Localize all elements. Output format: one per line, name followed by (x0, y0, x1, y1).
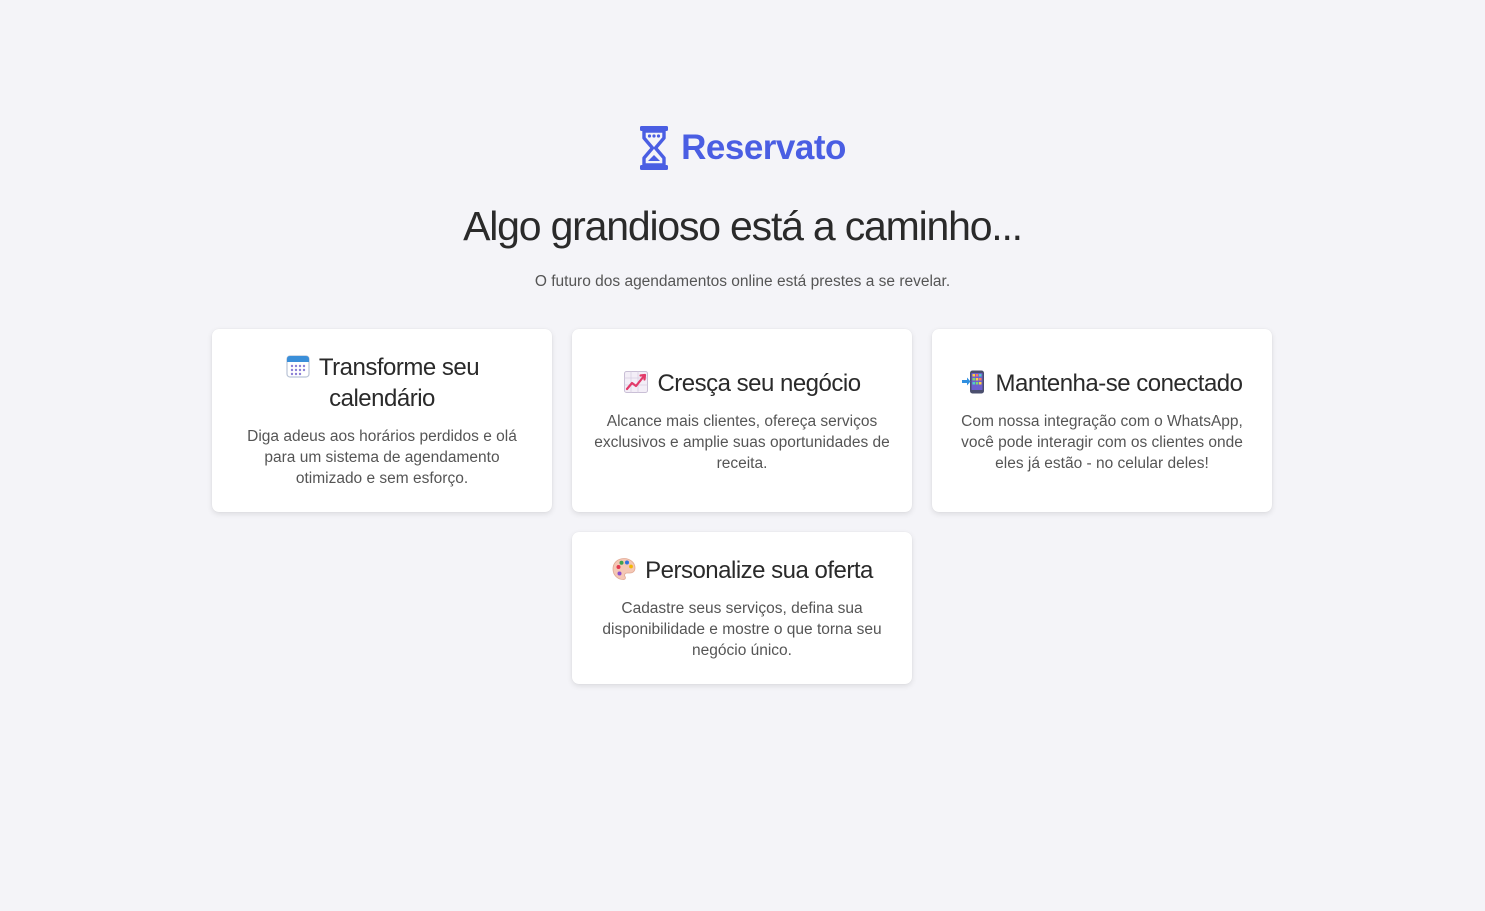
feature-description: Cadastre seus serviços, defina sua dispo… (602, 600, 882, 659)
page-title: Algo grandioso está a caminho... (463, 203, 1023, 249)
feature-title: Mantenha-se conectado (995, 369, 1243, 397)
calendar-icon (285, 353, 311, 379)
feature-card-calendar: Transforme seu calendário Diga adeus aos… (212, 329, 552, 512)
page-subtitle: O futuro dos agendamentos online está pr… (534, 273, 951, 290)
feature-title: Cresça seu negócio (657, 369, 861, 397)
feature-description: Alcance mais clientes, ofereça serviços … (594, 412, 890, 472)
brand-logo: Reservato (0, 125, 1485, 171)
artist-palette-icon (611, 556, 637, 582)
feature-title: Personalize sua oferta (645, 557, 873, 584)
chart-increasing-icon (623, 369, 649, 395)
mobile-phone-arrow-icon (961, 369, 987, 395)
hourglass-icon (640, 126, 669, 170)
feature-card-connected: Mantenha-se conectado Com nossa integraç… (932, 329, 1272, 512)
feature-description: Diga adeus aos horários perdidos e olá p… (247, 428, 517, 487)
feature-card-personalize: Personalize sua oferta Cadastre seus ser… (572, 532, 912, 684)
brand-name: Reservato (681, 128, 846, 167)
feature-description: Com nossa integração com o WhatsApp, voc… (961, 412, 1243, 472)
feature-card-growth: Cresça seu negócio Alcance mais clientes… (572, 329, 912, 512)
feature-title: Transforme seu calendário (318, 354, 480, 412)
